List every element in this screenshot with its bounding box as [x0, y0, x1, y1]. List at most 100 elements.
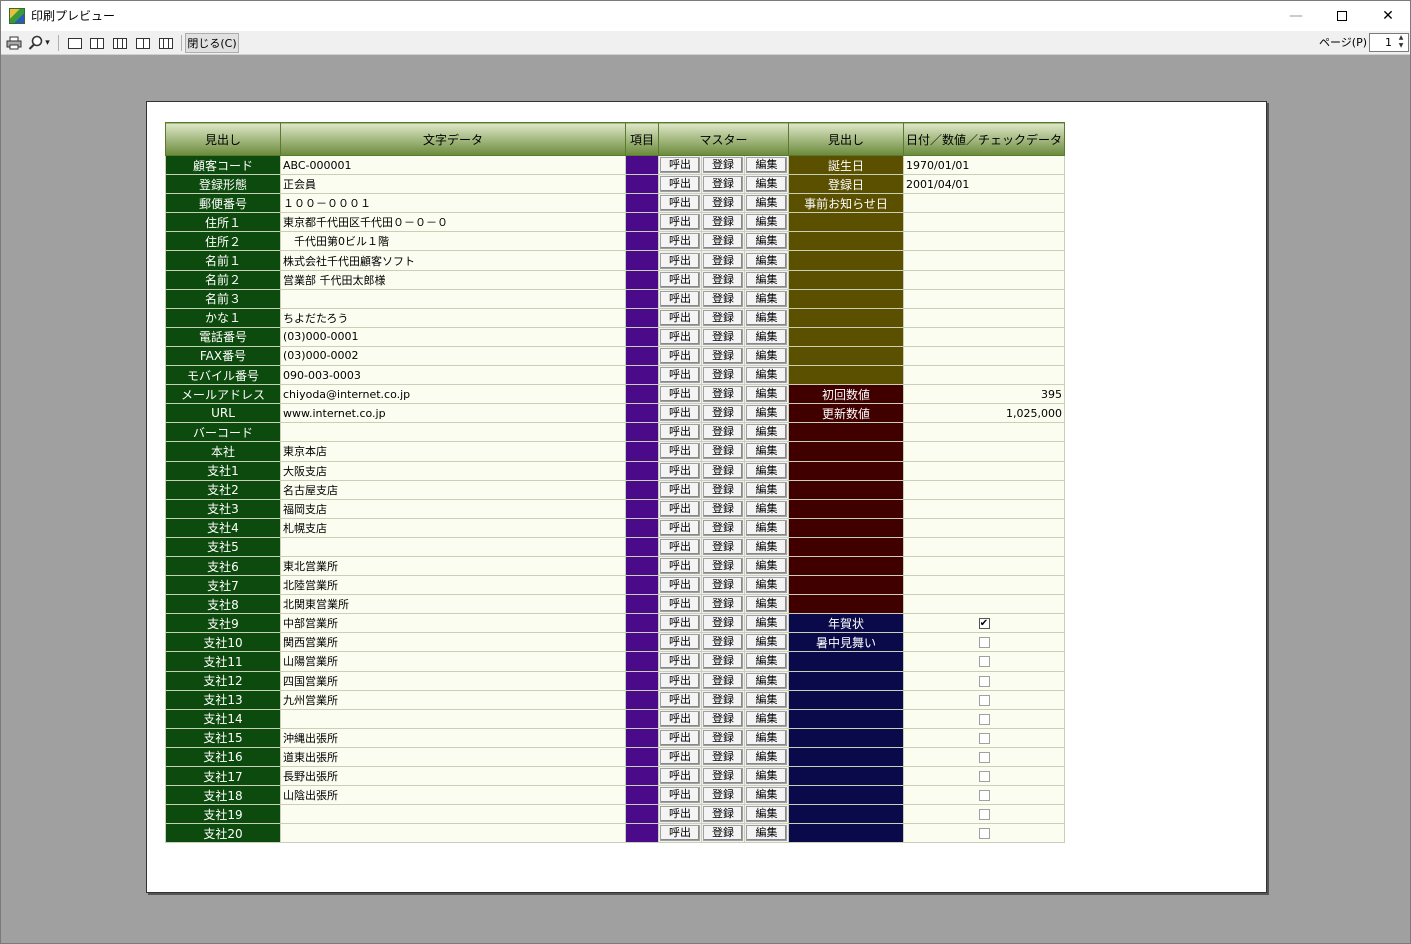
- value-cell[interactable]: 1970/01/01: [902, 154, 1066, 176]
- edit-button[interactable]: 編集: [746, 634, 787, 651]
- register-button[interactable]: 登録: [703, 615, 743, 632]
- value-cell[interactable]: [902, 307, 1066, 328]
- call-button[interactable]: 呼出: [660, 233, 700, 250]
- call-button[interactable]: 呼出: [660, 672, 700, 689]
- call-button[interactable]: 呼出: [660, 443, 700, 460]
- item-cell[interactable]: [625, 708, 659, 729]
- register-button[interactable]: 登録: [703, 214, 743, 231]
- text-data-cell[interactable]: 沖縄出張所: [280, 727, 626, 748]
- edit-button[interactable]: 編集: [746, 538, 787, 555]
- item-cell[interactable]: [625, 403, 659, 424]
- register-button[interactable]: 登録: [703, 328, 743, 345]
- call-button[interactable]: 呼出: [660, 271, 700, 288]
- register-button[interactable]: 登録: [703, 443, 743, 460]
- register-button[interactable]: 登録: [703, 710, 743, 727]
- item-cell[interactable]: [625, 422, 659, 443]
- call-button[interactable]: 呼出: [660, 176, 700, 193]
- call-button[interactable]: 呼出: [660, 252, 700, 269]
- text-data-cell[interactable]: 福岡支店: [280, 498, 626, 519]
- edit-button[interactable]: 編集: [746, 347, 787, 364]
- call-button[interactable]: 呼出: [660, 558, 700, 575]
- checkbox[interactable]: [978, 809, 990, 821]
- call-button[interactable]: 呼出: [660, 634, 700, 651]
- four-page-button[interactable]: [134, 34, 152, 52]
- edit-button[interactable]: 編集: [746, 405, 787, 422]
- value-cell[interactable]: [902, 326, 1066, 347]
- register-button[interactable]: 登録: [703, 519, 743, 536]
- register-button[interactable]: 登録: [703, 309, 743, 326]
- text-data-cell[interactable]: 山陽営業所: [280, 651, 626, 672]
- value-cell[interactable]: 395: [902, 384, 1066, 405]
- call-button[interactable]: 呼出: [660, 386, 700, 403]
- item-cell[interactable]: [625, 670, 659, 691]
- text-data-cell[interactable]: [280, 288, 626, 309]
- call-button[interactable]: 呼出: [660, 615, 700, 632]
- item-cell[interactable]: [625, 498, 659, 519]
- text-data-cell[interactable]: [280, 804, 626, 825]
- call-button[interactable]: 呼出: [660, 500, 700, 517]
- edit-button[interactable]: 編集: [746, 176, 787, 193]
- text-data-cell[interactable]: ABC-000001: [280, 154, 626, 176]
- text-data-cell[interactable]: 千代田第0ビル１階: [280, 231, 626, 252]
- text-data-cell[interactable]: (03)000-0002: [280, 345, 626, 367]
- value-cell[interactable]: [902, 250, 1066, 271]
- edit-button[interactable]: 編集: [746, 424, 787, 441]
- edit-button[interactable]: 編集: [746, 768, 787, 785]
- item-cell[interactable]: [625, 536, 659, 557]
- call-button[interactable]: 呼出: [660, 405, 700, 422]
- call-button[interactable]: 呼出: [660, 691, 700, 708]
- value-cell[interactable]: [902, 441, 1066, 462]
- maximize-button[interactable]: [1319, 1, 1365, 31]
- value-cell[interactable]: [902, 555, 1066, 577]
- item-cell[interactable]: [625, 517, 659, 538]
- edit-button[interactable]: 編集: [746, 596, 787, 613]
- item-cell[interactable]: [625, 365, 659, 386]
- edit-button[interactable]: 編集: [746, 519, 787, 536]
- call-button[interactable]: 呼出: [660, 290, 700, 307]
- text-data-cell[interactable]: 東京都千代田区千代田０－０－０: [280, 212, 626, 233]
- item-cell[interactable]: [625, 765, 659, 787]
- text-data-cell[interactable]: 090-003-0003: [280, 365, 626, 386]
- edit-button[interactable]: 編集: [746, 290, 787, 307]
- item-cell[interactable]: [625, 555, 659, 577]
- edit-button[interactable]: 編集: [746, 500, 787, 517]
- item-cell[interactable]: [625, 613, 659, 634]
- text-data-cell[interactable]: 中部営業所: [280, 613, 626, 634]
- edit-button[interactable]: 編集: [746, 271, 787, 288]
- checkbox[interactable]: [978, 675, 990, 687]
- item-cell[interactable]: [625, 746, 659, 768]
- edit-button[interactable]: 編集: [746, 214, 787, 231]
- text-data-cell[interactable]: [280, 823, 626, 844]
- edit-button[interactable]: 編集: [746, 615, 787, 632]
- edit-button[interactable]: 編集: [746, 787, 787, 804]
- text-data-cell[interactable]: 北陸営業所: [280, 575, 626, 596]
- item-cell[interactable]: [625, 441, 659, 462]
- register-button[interactable]: 登録: [703, 825, 743, 842]
- text-data-cell[interactable]: www.internet.co.jp: [280, 403, 626, 424]
- text-data-cell[interactable]: [280, 422, 626, 443]
- page-spinner[interactable]: ▲ ▼: [1394, 34, 1408, 51]
- item-cell[interactable]: [625, 651, 659, 672]
- call-button[interactable]: 呼出: [660, 195, 700, 212]
- item-cell[interactable]: [625, 345, 659, 367]
- item-cell[interactable]: [625, 212, 659, 233]
- call-button[interactable]: 呼出: [660, 768, 700, 785]
- checkbox[interactable]: [978, 637, 990, 649]
- register-button[interactable]: 登録: [703, 558, 743, 575]
- call-button[interactable]: 呼出: [660, 787, 700, 804]
- edit-button[interactable]: 編集: [746, 157, 787, 174]
- call-button[interactable]: 呼出: [660, 157, 700, 174]
- edit-button[interactable]: 編集: [746, 195, 787, 212]
- value-cell[interactable]: [902, 365, 1066, 386]
- edit-button[interactable]: 編集: [746, 386, 787, 403]
- register-button[interactable]: 登録: [703, 233, 743, 250]
- register-button[interactable]: 登録: [703, 691, 743, 708]
- zoom-button[interactable]: ▾: [26, 34, 52, 52]
- text-data-cell[interactable]: 営業部 千代田太郎様: [280, 269, 626, 290]
- item-cell[interactable]: [625, 326, 659, 347]
- register-button[interactable]: 登録: [703, 405, 743, 422]
- register-button[interactable]: 登録: [703, 748, 743, 765]
- item-cell[interactable]: [625, 785, 659, 806]
- register-button[interactable]: 登録: [703, 787, 743, 804]
- register-button[interactable]: 登録: [703, 634, 743, 651]
